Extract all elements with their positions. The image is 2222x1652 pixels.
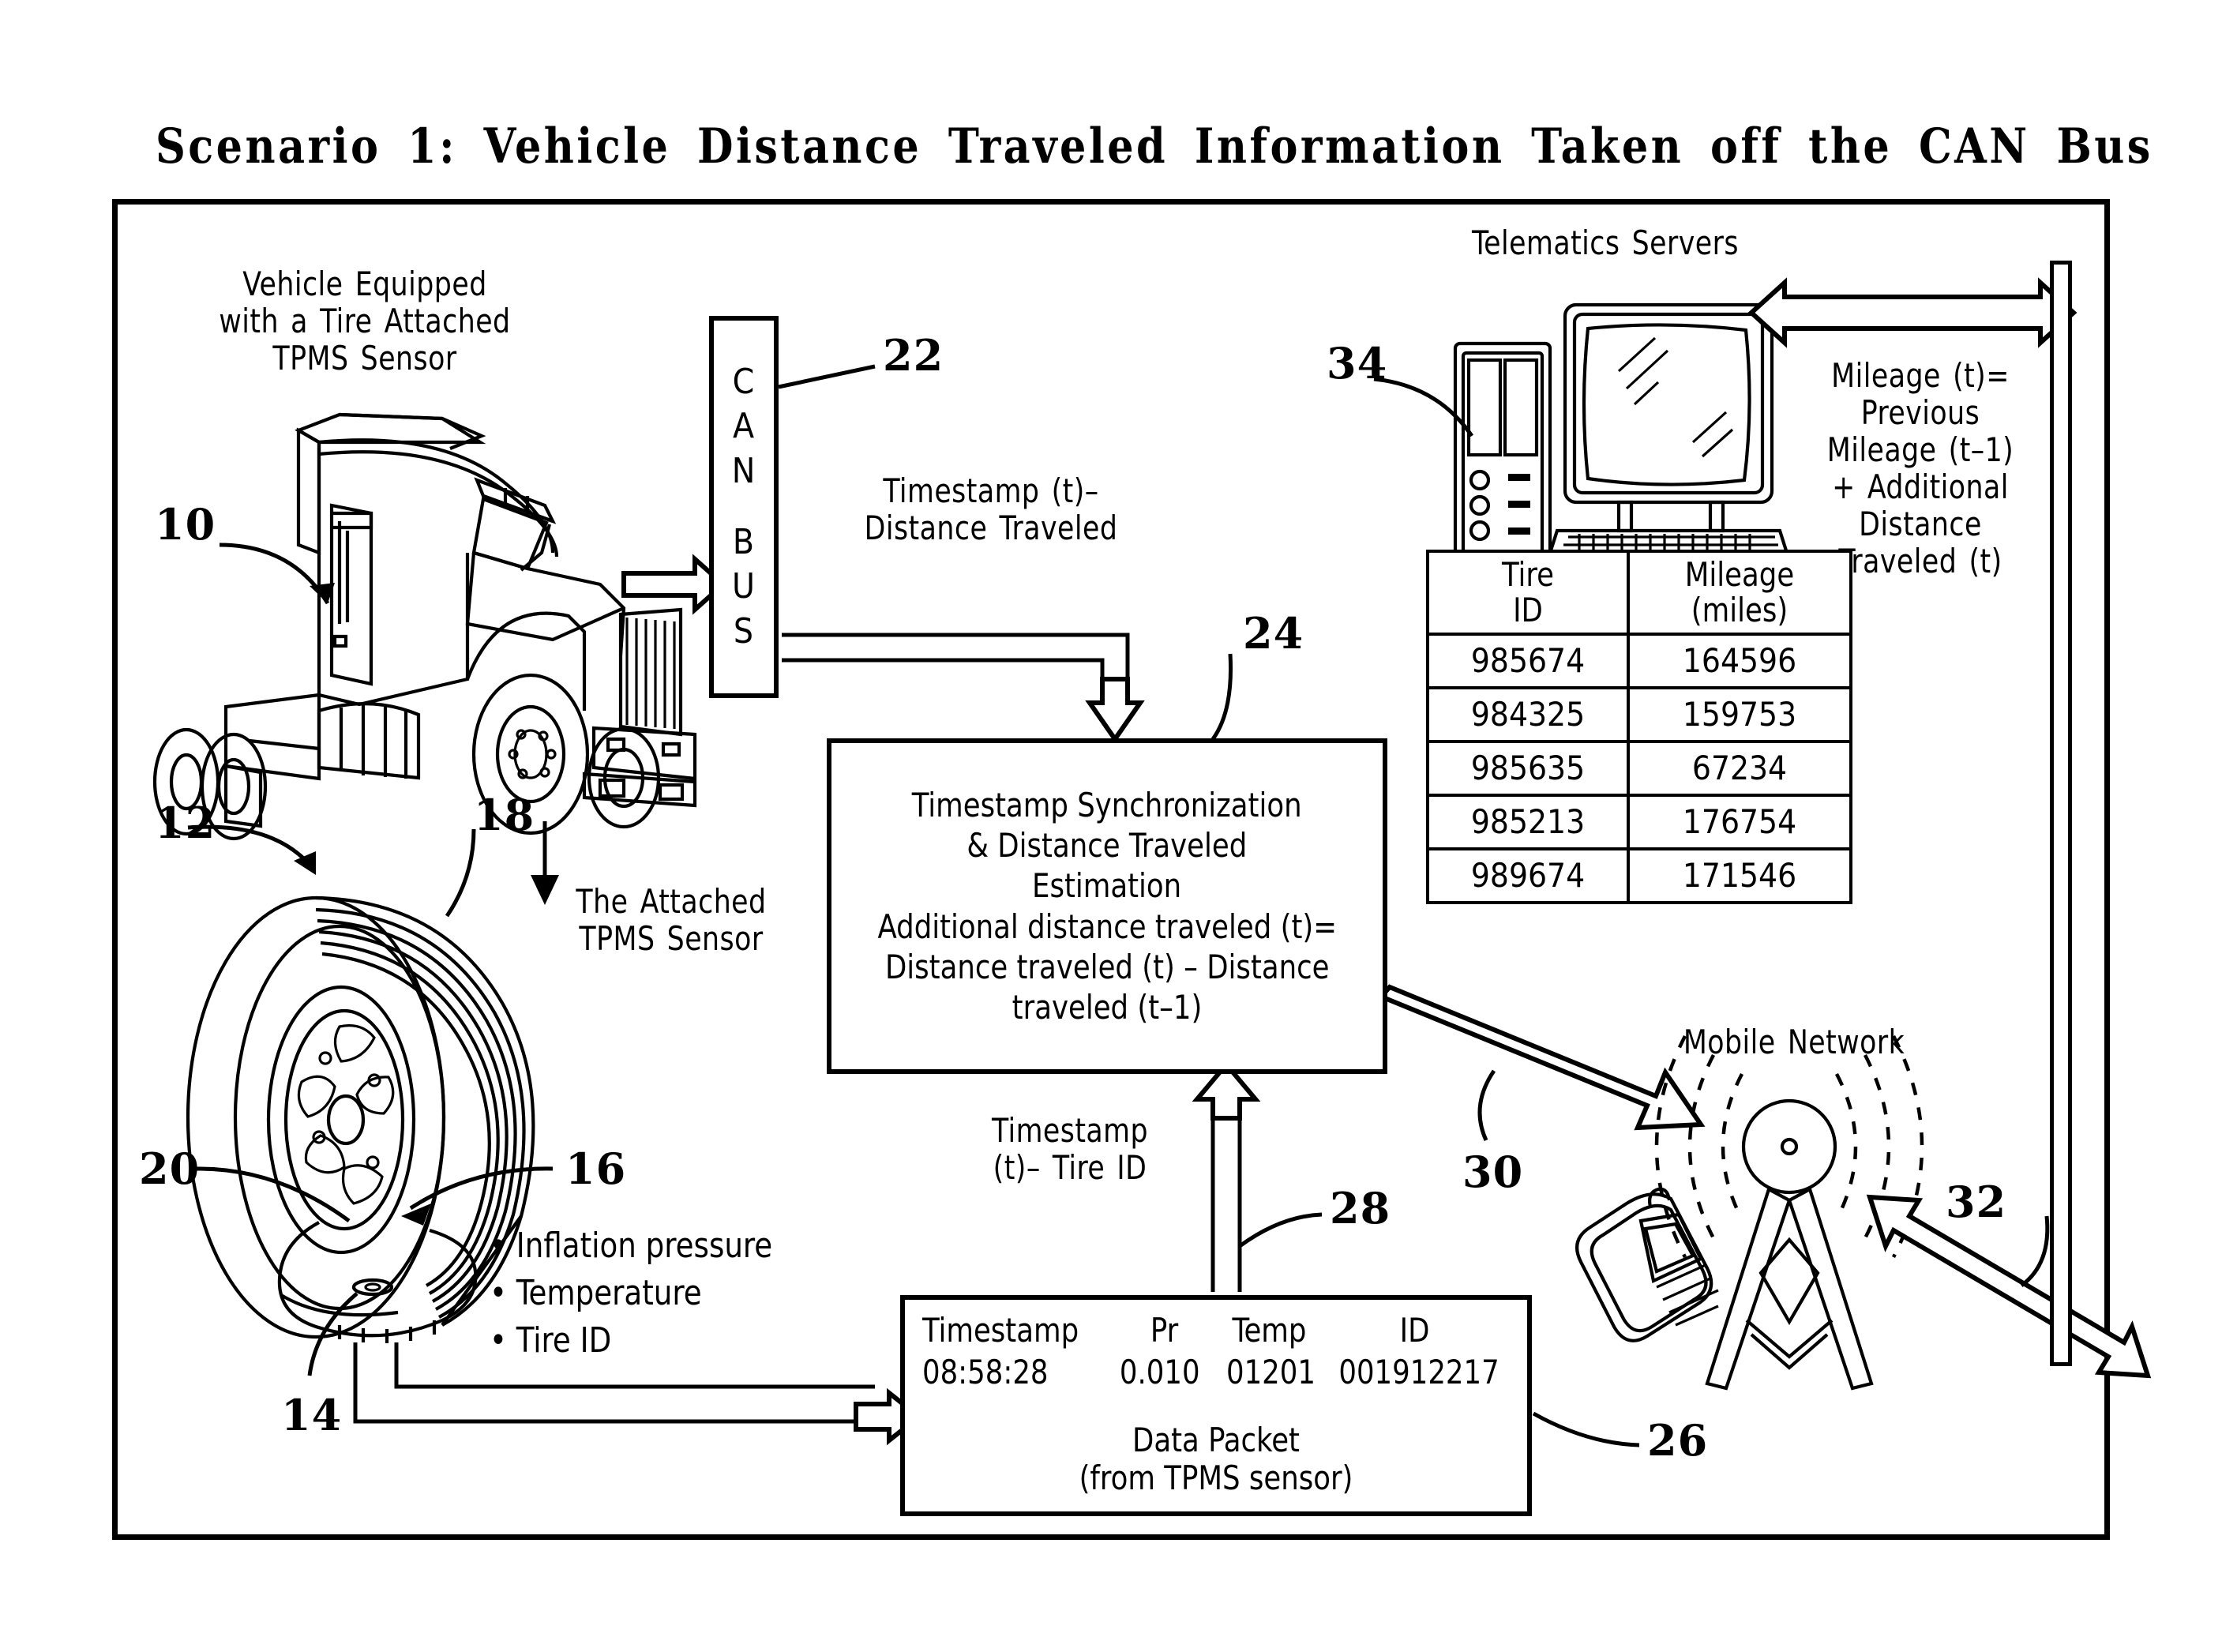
data-packet-value-row: 08:58:28 0.010 01201 001912217 <box>905 1353 1527 1391</box>
sensor-output-0: Inflation pressure <box>516 1226 773 1266</box>
truck-illustration <box>152 412 697 841</box>
proc-line-5: Distance traveled (t) – Distance <box>884 947 1330 986</box>
ref-numeral-16: 16 <box>565 1143 627 1194</box>
table-row: 984325 159753 <box>1426 685 1852 743</box>
table-header-row: Tire ID Mileage (miles) <box>1426 550 1852 636</box>
sensor-output-1: Temperature <box>516 1272 702 1313</box>
list-item: • Temperature <box>490 1272 702 1313</box>
packet-header-pr: Pr <box>1150 1311 1179 1350</box>
header-tire-id: Tire ID <box>1426 550 1630 636</box>
leader-24 <box>1210 653 1233 741</box>
ref-numeral-12: 12 <box>155 798 216 848</box>
can-bus-letter-c: C <box>732 362 756 403</box>
data-packet-header-row: Timestamp Pr Temp ID <box>905 1311 1527 1350</box>
packet-header-id: ID <box>1399 1311 1430 1350</box>
proc-line-2: & Distance Traveled <box>966 826 1248 865</box>
proc-line-3: Estimation <box>1032 866 1182 906</box>
cell-tire-id: 989674 <box>1426 847 1630 904</box>
leader-10 <box>219 543 330 605</box>
cell-tire-id: 984325 <box>1426 685 1630 743</box>
telematics-servers-caption: Telematics Servers <box>1472 223 1739 262</box>
mileage-formula-label: Mileage (t)= Previous Mileage (t–1) + Ad… <box>1826 356 2014 581</box>
list-item: • Tire ID <box>490 1320 612 1361</box>
table-row: 985213 176754 <box>1426 793 1852 850</box>
mileage-table: Tire ID Mileage (miles) 985674 164596 984… <box>1426 550 1852 904</box>
vehicle-caption: Vehicle Equipped with a Tire Attached TP… <box>219 265 511 378</box>
proc-line-4: Additional distance traveled (t)= <box>877 907 1337 946</box>
table-row: 985635 67234 <box>1426 739 1852 797</box>
header-mileage-line2: (miles) <box>1691 591 1788 630</box>
ref-numeral-18: 18 <box>474 790 535 840</box>
header-tire-id-line2: ID <box>1513 591 1543 630</box>
cell-mileage: 67234 <box>1627 739 1852 797</box>
timestamp-sync-box: Timestamp Synchronization & Distance Tra… <box>827 738 1387 1074</box>
ref-numeral-26: 26 <box>1647 1415 1709 1466</box>
packet-caption-line2: (from TPMS sensor) <box>1079 1459 1353 1498</box>
timestamp-tireid-label: Timestamp (t)– Tire ID <box>991 1111 1149 1188</box>
leader-20 <box>193 1166 351 1223</box>
leader-22 <box>778 364 876 389</box>
packet-caption-line1: Data Packet <box>1132 1421 1300 1459</box>
leader-34 <box>1373 377 1474 437</box>
cell-tire-id: 985674 <box>1426 632 1630 689</box>
header-tire-id-line1: Tire <box>1502 555 1554 594</box>
ref-numeral-32: 32 <box>1946 1177 2007 1227</box>
ref-numeral-10: 10 <box>155 499 216 550</box>
header-mileage: Mileage (miles) <box>1627 550 1852 636</box>
can-bus-box: C A N B U S <box>709 316 779 698</box>
can-bus-letter-n: N <box>731 450 756 491</box>
leader-26 <box>1532 1411 1640 1447</box>
network-backbone-bar <box>2050 261 2072 1366</box>
can-bus-letter-b: B <box>732 522 756 562</box>
mobile-network-caption: Mobile Network <box>1683 1023 1905 1061</box>
arrow-monitor-vbar <box>1747 277 2077 348</box>
can-bus-letter-s: S <box>733 610 755 651</box>
cell-tire-id: 985635 <box>1426 739 1630 797</box>
can-bus-letter-u: U <box>732 566 756 607</box>
cell-mileage: 164596 <box>1627 632 1852 689</box>
data-packet-box: Timestamp Pr Temp ID 08:58:28 0.010 0120… <box>900 1295 1532 1516</box>
cell-tire-id: 985213 <box>1426 793 1630 850</box>
can-bus-letter-a: A <box>732 406 756 447</box>
attached-sensor-caption: The Attached TPMS Sensor <box>576 882 767 959</box>
sensor-output-list: • Inflation pressure • Temperature • Tir… <box>490 1222 790 1364</box>
sensor-output-2: Tire ID <box>516 1320 612 1361</box>
ref-numeral-22: 22 <box>883 330 944 381</box>
leader-18 <box>445 828 476 918</box>
cell-mileage: 159753 <box>1627 685 1852 743</box>
leader-32 <box>2020 1215 2050 1288</box>
leader-30 <box>1477 1069 1496 1142</box>
list-item: • Inflation pressure <box>490 1226 773 1266</box>
table-row: 985674 164596 <box>1426 632 1852 689</box>
cell-mileage: 176754 <box>1627 793 1852 850</box>
packet-value-id: 001912217 <box>1338 1353 1499 1391</box>
packet-value-pr: 0.010 <box>1120 1353 1201 1391</box>
ref-numeral-28: 28 <box>1330 1183 1391 1233</box>
ref-numeral-14: 14 <box>281 1390 343 1440</box>
arrow-32 <box>1866 1194 2152 1379</box>
leader-28 <box>1238 1212 1323 1248</box>
tire-illustration <box>186 895 535 1343</box>
ref-numeral-30: 30 <box>1462 1147 1524 1197</box>
packet-value-timestamp: 08:58:28 <box>922 1353 1049 1391</box>
packet-header-timestamp: Timestamp <box>922 1311 1079 1350</box>
table-row: 989674 171546 <box>1426 847 1852 904</box>
canbus-to-process-line <box>782 633 1130 711</box>
proc-line-1: Timestamp Synchronization <box>912 785 1302 824</box>
ref-numeral-34: 34 <box>1327 338 1388 389</box>
header-mileage-line1: Mileage <box>1684 555 1795 594</box>
packet-value-temp: 01201 <box>1225 1353 1316 1391</box>
packet-header-temp: Temp <box>1232 1311 1307 1350</box>
cell-mileage: 171546 <box>1627 847 1852 904</box>
ref-numeral-24: 24 <box>1243 608 1304 659</box>
proc-line-6: traveled (t–1) <box>1012 987 1203 1027</box>
data-packet-caption: Data Packet (from TPMS sensor) <box>905 1421 1527 1498</box>
ref-numeral-20: 20 <box>139 1143 201 1194</box>
patent-figure: Scenario 1: Vehicle Distance Traveled In… <box>0 0 2222 1652</box>
timestamp-distance-label: Timestamp (t)– Distance Traveled <box>864 471 1118 548</box>
